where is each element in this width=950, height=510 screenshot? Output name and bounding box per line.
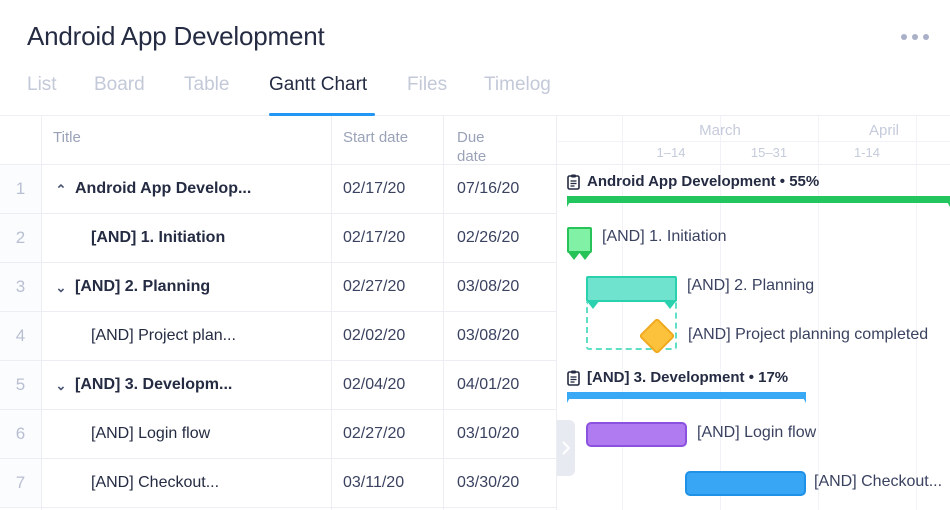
gantt-summary-bar[interactable] <box>567 392 806 399</box>
gantt-bar-text: Android App Development • 55% <box>587 173 819 190</box>
cell-title[interactable]: ⌄[AND] Login flow <box>41 410 331 458</box>
gantt-bar-label: [AND] Checkout... <box>814 473 942 491</box>
dot <box>901 34 907 40</box>
table-row[interactable]: 6⌄[AND] Login flow02/27/2003/10/20 <box>0 410 557 459</box>
table-row[interactable]: 3 ⌄ [AND] 2. Planning 02/27/2003/08/20 <box>0 263 557 312</box>
cell-title[interactable]: ⌄ [AND] 3. Developm... <box>41 361 331 409</box>
timeline-range-label: 15–31 <box>720 142 818 162</box>
chevron-up-icon[interactable]: ⌃ <box>53 183 69 196</box>
clipboard-icon <box>567 174 580 190</box>
cell-start-date[interactable]: 02/27/20 <box>331 263 443 311</box>
row-number: 6 <box>0 410 41 458</box>
gantt-timeline: MarchApril1–1415–311-14 Android App Deve… <box>557 116 950 510</box>
row-number: 2 <box>0 214 41 262</box>
gantt-bar-label: [AND] Project planning completed <box>688 326 928 344</box>
task-title-text: [AND] 1. Initiation <box>91 229 225 247</box>
chevron-down-icon[interactable]: ⌄ <box>53 281 69 294</box>
cell-title[interactable]: ⌃ Android App Develop... <box>41 165 331 213</box>
task-table: Title Start date Due date 1 ⌃ Android App … <box>0 116 557 510</box>
gantt-bar-text: [AND] 3. Development • 17% <box>587 369 788 386</box>
cell-due-date[interactable]: 03/30/20 <box>443 459 557 507</box>
timeline-row: [AND] 1. Initiation <box>557 214 950 263</box>
task-title-text: [AND] Checkout... <box>91 474 219 492</box>
column-header-start-date: Start date <box>343 128 408 147</box>
row-number: 1 <box>0 165 41 213</box>
gantt-summary-label: Android App Development • 55% <box>567 173 819 190</box>
column-header-due-date: Due date <box>457 128 517 166</box>
tab-gantt-chart[interactable]: Gantt Chart <box>269 66 375 116</box>
task-title-text: [AND] 3. Developm... <box>75 376 232 394</box>
cell-start-date[interactable]: 02/02/20 <box>331 312 443 360</box>
table-body: 1 ⌃ Android App Develop... 02/17/2007/16/20… <box>0 165 557 508</box>
timeline-rows: Android App Development • 55% [AND] 1. In… <box>557 165 950 508</box>
cell-due-date[interactable]: 03/08/20 <box>443 263 557 311</box>
collapse-panel-handle[interactable] <box>557 420 575 476</box>
page-header: Android App Development <box>0 0 950 66</box>
table-header-row: Title Start date Due date <box>0 116 557 165</box>
cell-title[interactable]: ⌄[AND] Checkout... <box>41 459 331 507</box>
cell-start-date[interactable]: 03/11/20 <box>331 459 443 507</box>
cell-title[interactable]: ⌄ [AND] 2. Planning <box>41 263 331 311</box>
tab-timelog[interactable]: Timelog <box>484 66 557 116</box>
task-title-text: [AND] 2. Planning <box>75 278 210 296</box>
table-row[interactable]: 1 ⌃ Android App Develop... 02/17/2007/16/20 <box>0 165 557 214</box>
cell-due-date[interactable]: 02/26/20 <box>443 214 557 262</box>
clipboard-icon <box>567 174 580 190</box>
gantt-bar-label: [AND] Login flow <box>697 424 816 442</box>
clipboard-icon <box>567 370 580 386</box>
table-row[interactable]: 7⌄[AND] Checkout...03/11/2003/30/20 <box>0 459 557 508</box>
cell-title[interactable]: ⌄[AND] Project plan... <box>41 312 331 360</box>
cell-due-date[interactable]: 07/16/20 <box>443 165 557 213</box>
timeline-header: MarchApril1–1415–311-14 <box>557 116 950 165</box>
tab-files[interactable]: Files <box>407 66 452 116</box>
timeline-month-label: April <box>818 119 950 141</box>
table-row[interactable]: 5 ⌄ [AND] 3. Developm... 02/04/2004/01/20 <box>0 361 557 410</box>
row-number: 3 <box>0 263 41 311</box>
row-number: 7 <box>0 459 41 507</box>
cell-due-date[interactable]: 03/08/20 <box>443 312 557 360</box>
gantt-chart-app: Android App Development List Board Table Ga… <box>0 0 950 510</box>
timeline-row: [AND] 3. Development • 17% <box>557 361 950 410</box>
timeline-range-label: 1–14 <box>622 142 720 162</box>
timeline-range-label: 1-14 <box>818 142 916 162</box>
timeline-row: Android App Development • 55% <box>557 165 950 214</box>
tab-board[interactable]: Board <box>94 66 156 116</box>
cell-start-date[interactable]: 02/17/20 <box>331 165 443 213</box>
cell-start-date[interactable]: 02/27/20 <box>331 410 443 458</box>
tab-table[interactable]: Table <box>184 66 239 116</box>
gantt-task-bar[interactable] <box>685 471 806 496</box>
gantt-group-bar[interactable] <box>567 227 592 253</box>
dot <box>912 34 918 40</box>
cell-due-date[interactable]: 03/10/20 <box>443 410 557 458</box>
task-title-text: [AND] Project plan... <box>91 327 236 345</box>
gantt-task-bar[interactable] <box>586 422 687 447</box>
row-number: 4 <box>0 312 41 360</box>
view-tabs: List Board Table Gantt Chart Files Timelog <box>0 66 950 116</box>
row-number: 5 <box>0 361 41 409</box>
chevron-down-icon[interactable]: ⌄ <box>53 379 69 392</box>
gantt-summary-bar[interactable] <box>567 196 950 203</box>
timeline-row: [AND] Project planning completed <box>557 312 950 361</box>
task-title-text: [AND] Login flow <box>91 425 210 443</box>
cell-start-date[interactable]: 02/17/20 <box>331 214 443 262</box>
column-header-title: Title <box>53 128 81 147</box>
task-title-text: Android App Develop... <box>75 180 251 198</box>
cell-start-date[interactable]: 02/04/20 <box>331 361 443 409</box>
chevron-right-icon <box>562 441 571 455</box>
gantt-bar-label: [AND] 1. Initiation <box>602 228 727 246</box>
gantt-summary-label: [AND] 3. Development • 17% <box>567 369 788 386</box>
page-title: Android App Development <box>27 21 325 52</box>
cell-title[interactable]: ⌄[AND] 1. Initiation <box>41 214 331 262</box>
table-row[interactable]: 4⌄[AND] Project plan...02/02/2003/08/20 <box>0 312 557 361</box>
table-row[interactable]: 2⌄[AND] 1. Initiation02/17/2002/26/20 <box>0 214 557 263</box>
gantt-bar-label: [AND] 2. Planning <box>687 277 814 295</box>
tab-list[interactable]: List <box>27 66 65 116</box>
clipboard-icon <box>567 370 580 386</box>
more-options-icon[interactable] <box>898 30 932 44</box>
cell-due-date[interactable]: 04/01/20 <box>443 361 557 409</box>
timeline-row: [AND] Checkout... <box>557 459 950 508</box>
dot <box>923 34 929 40</box>
gantt-group-bar[interactable] <box>586 276 677 302</box>
timeline-row: [AND] Login flow <box>557 410 950 459</box>
